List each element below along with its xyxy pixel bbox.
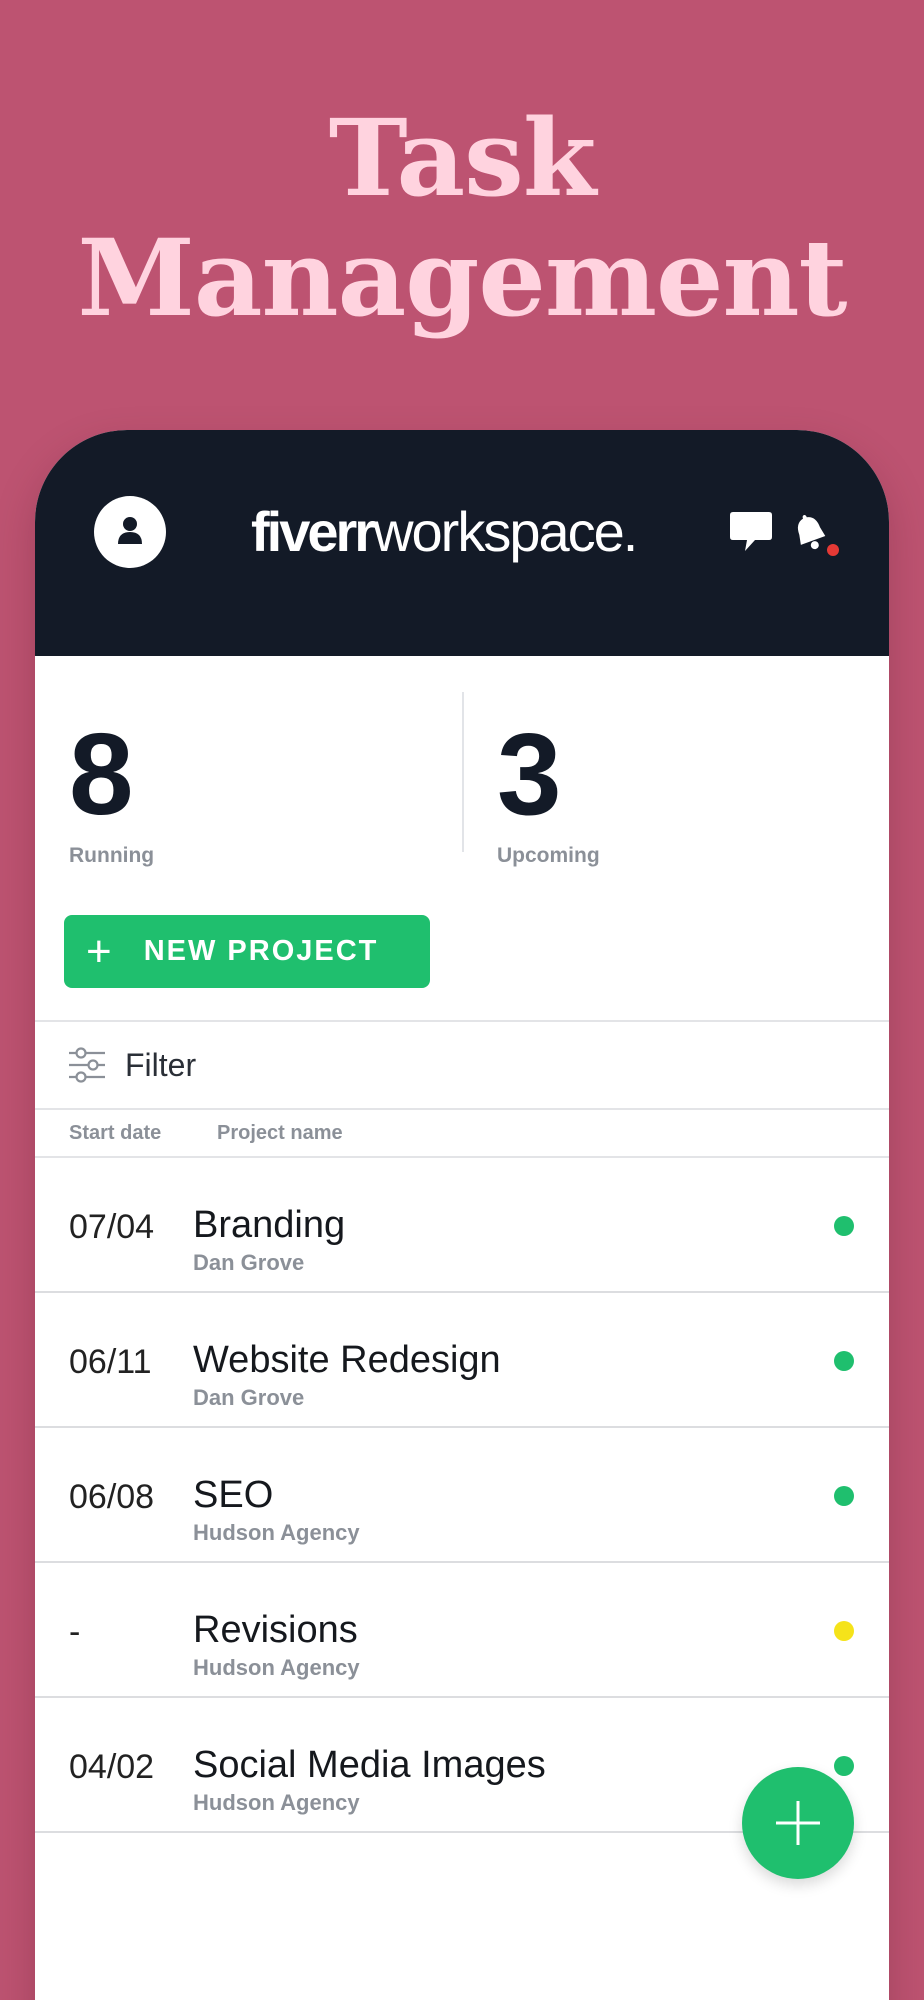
bell-icon[interactable] <box>790 510 850 565</box>
status-dot <box>834 1486 854 1506</box>
row-start-date: 06/11 <box>69 1343 152 1381</box>
status-dot <box>834 1621 854 1641</box>
headline-line-2: Management <box>77 215 848 340</box>
stat-upcoming[interactable]: 3 Upcoming <box>497 716 600 868</box>
row-project-name: Branding <box>193 1204 346 1246</box>
column-start-date[interactable]: Start date <box>69 1122 161 1145</box>
page-headline: Task Management <box>0 98 924 338</box>
user-icon <box>118 517 142 544</box>
running-count: 8 <box>69 709 134 839</box>
row-client: Dan Grove <box>193 1385 305 1410</box>
filter-button[interactable]: Filter <box>35 1022 889 1108</box>
row-project-name: Social Media Images <box>193 1744 546 1786</box>
new-project-label: NEW PROJECT <box>143 935 379 967</box>
row-start-date: - <box>69 1613 81 1651</box>
brand-workspace: workspace. <box>373 500 638 563</box>
add-button[interactable] <box>742 1767 854 1879</box>
row-project-name: SEO <box>193 1474 274 1516</box>
row-client: Dan Grove <box>193 1250 305 1275</box>
row-start-date: 06/08 <box>69 1478 155 1516</box>
table-header: Start date Project name <box>35 1110 889 1156</box>
stat-running[interactable]: 8 Running <box>69 716 154 868</box>
row-start-date: 07/04 <box>69 1208 155 1246</box>
table-row[interactable]: 06/11 Website Redesign Dan Grove <box>35 1293 889 1428</box>
row-project-name: Revisions <box>193 1609 358 1651</box>
headline-line-1: Task <box>328 95 597 220</box>
stats-divider <box>462 692 464 852</box>
upcoming-count: 3 <box>497 709 562 839</box>
table-row[interactable]: - Revisions Hudson Agency <box>35 1563 889 1698</box>
sliders-icon <box>69 1047 105 1083</box>
plus-icon <box>776 1801 820 1845</box>
row-client: Hudson Agency <box>193 1655 360 1680</box>
table-row[interactable]: 07/04 Branding Dan Grove <box>35 1158 889 1293</box>
status-dot <box>834 1756 854 1776</box>
status-dot <box>834 1351 854 1371</box>
row-project-name: Website Redesign <box>193 1339 501 1381</box>
brand-fiverr: fiverr <box>251 500 376 563</box>
project-stats: 8 Running 3 Upcoming <box>35 656 889 924</box>
row-start-date: 04/02 <box>69 1748 155 1786</box>
running-label: Running <box>69 844 155 867</box>
notification-dot <box>827 544 839 556</box>
brand-logo: fiverrworkspace. <box>251 500 638 564</box>
avatar[interactable] <box>94 496 166 568</box>
plus-icon: + <box>86 926 114 976</box>
table-row[interactable]: 06/08 SEO Hudson Agency <box>35 1428 889 1563</box>
chat-bubble-icon[interactable] <box>728 510 774 559</box>
phone-frame: fiverrworkspace. 8 Running 3 Upcoming + … <box>35 430 889 2000</box>
row-client: Hudson Agency <box>193 1520 360 1545</box>
upcoming-label: Upcoming <box>497 844 600 867</box>
new-project-button[interactable]: + NEW PROJECT <box>64 915 430 988</box>
app-header: fiverrworkspace. <box>35 430 889 656</box>
status-dot <box>834 1216 854 1236</box>
row-client: Hudson Agency <box>193 1790 360 1815</box>
column-project-name[interactable]: Project name <box>217 1122 343 1145</box>
filter-label: Filter <box>125 1046 197 1083</box>
